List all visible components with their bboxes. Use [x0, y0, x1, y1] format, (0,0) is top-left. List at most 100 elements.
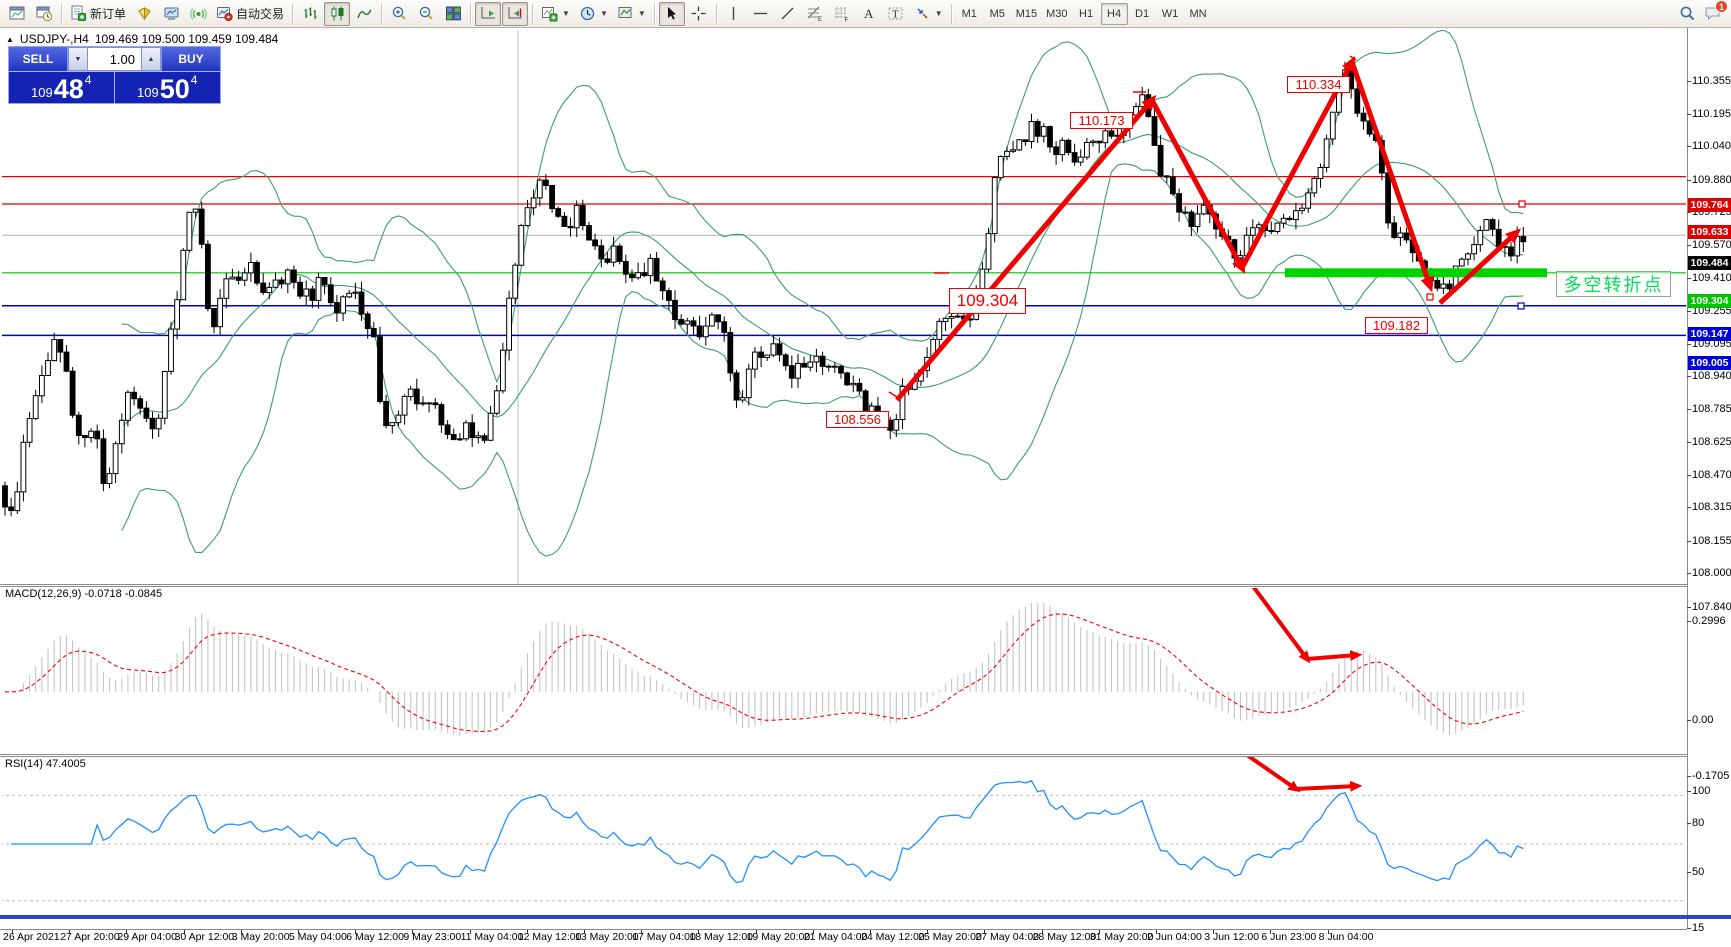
pane-splitter-rsi[interactable]: [0, 754, 1687, 757]
grid-tool-button[interactable]: F: [829, 2, 855, 26]
new-order-label: 新订单: [90, 5, 126, 22]
line-chart-icon: [356, 5, 373, 22]
tf-button-MN[interactable]: MN: [1185, 3, 1212, 25]
time-label: 11 May 04:00: [461, 931, 524, 943]
candlestick-icon: [329, 5, 346, 22]
sell-button[interactable]: SELL: [9, 47, 68, 71]
volume-increase-button[interactable]: ▲: [141, 47, 161, 71]
volume-input[interactable]: 1.00: [88, 47, 141, 71]
horizontal-line-tool-button[interactable]: [748, 2, 774, 26]
bar-chart-mode-button[interactable]: [297, 2, 323, 26]
time-label: 29 Apr 04:00: [117, 931, 177, 943]
chart-shift-icon: [507, 5, 524, 22]
cursor-tool-button[interactable]: [659, 2, 685, 26]
terminal-button[interactable]: [158, 2, 184, 26]
price-tick: 109.570: [1692, 239, 1731, 251]
symbol-ohlc: 109.469 109.500 109.459 109.484: [95, 32, 279, 46]
time-label: 21 May 04:00: [804, 931, 868, 943]
rsi-scale-tick: 100: [1692, 785, 1710, 797]
arrows-tool-button[interactable]: ▼: [910, 2, 947, 26]
tile-windows-button[interactable]: [440, 2, 466, 26]
tf-button-M5[interactable]: M5: [984, 3, 1011, 25]
text-tool-button[interactable]: A: [856, 2, 882, 26]
time-label: 24 May 12:00: [861, 931, 925, 943]
signal-icon: [190, 5, 207, 22]
cursor-icon: [663, 5, 680, 22]
strategy-tester-button[interactable]: [185, 2, 211, 26]
line-chart-mode-button[interactable]: [351, 2, 377, 26]
tf-button-M15[interactable]: M15: [1012, 3, 1041, 25]
crosshair-icon: [690, 5, 707, 22]
tf-button-W1[interactable]: W1: [1157, 3, 1184, 25]
price-tick: 108.470: [1692, 469, 1731, 481]
price-annotation-label[interactable]: 110.334: [1287, 76, 1350, 93]
macd-arrow: [1307, 655, 1357, 659]
indicators-button[interactable]: ▼: [537, 2, 574, 26]
price-annotation-label[interactable]: 108.556: [826, 411, 889, 428]
pane-splitter-macd[interactable]: [0, 584, 1687, 587]
new-order-button[interactable]: 新订单: [66, 2, 130, 26]
profiles-icon: [36, 5, 53, 22]
search-icon[interactable]: [1679, 5, 1696, 22]
templates-button[interactable]: ▼: [613, 2, 650, 26]
timeframe-group: M1M5M15M30H1H4D1W1MN: [956, 3, 1212, 25]
price-tick: 109.880: [1692, 174, 1731, 186]
text-label-tool-button[interactable]: T: [883, 2, 909, 26]
vertical-line-icon: [725, 5, 742, 22]
fibonacci-tool-button[interactable]: E: [802, 2, 828, 26]
time-label: 26 Apr 2021: [3, 931, 60, 943]
horizontal-line-icon: [752, 5, 769, 22]
crosshair-tool-button[interactable]: [686, 2, 712, 26]
buy-button[interactable]: BUY: [161, 47, 220, 71]
autotrading-label: 自动交易: [236, 5, 284, 22]
chart-shift-button[interactable]: [502, 2, 528, 26]
clock-icon: [579, 5, 596, 22]
time-axis[interactable]: 26 Apr 202127 Apr 20:0029 Apr 04:0030 Ap…: [0, 929, 1687, 943]
macd-scale-tick: 0.00: [1692, 714, 1713, 726]
time-label: 18 May 12:00: [689, 931, 753, 943]
tf-button-M30[interactable]: M30: [1042, 3, 1071, 25]
tf-button-M1[interactable]: M1: [956, 3, 983, 25]
tf-button-H1[interactable]: H1: [1073, 3, 1100, 25]
price-annotation-label[interactable]: 109.182: [1365, 317, 1428, 334]
auto-scroll-button[interactable]: [475, 2, 501, 26]
autotrading-button[interactable]: 自动交易: [212, 2, 288, 26]
zoom-out-icon: [418, 5, 435, 22]
time-label: 27 Apr 20:00: [60, 931, 120, 943]
price-tick: 110.355: [1692, 75, 1731, 87]
buy-price[interactable]: 109 50 4: [115, 72, 221, 103]
sell-price[interactable]: 109 48 4: [9, 72, 115, 103]
turning-point-label[interactable]: 多空转折点: [1556, 271, 1671, 297]
collapse-icon[interactable]: ▲: [6, 35, 14, 44]
candle-chart-mode-button[interactable]: [324, 2, 350, 26]
tf-button-H4[interactable]: H4: [1101, 3, 1128, 25]
data-window-button[interactable]: [131, 2, 157, 26]
profiles-button[interactable]: [31, 2, 57, 26]
price-tick: 110.040: [1692, 140, 1731, 152]
tf-button-D1[interactable]: D1: [1129, 3, 1156, 25]
trend-arrow: [1152, 100, 1242, 268]
zoom-in-button[interactable]: [386, 2, 412, 26]
indicators-dropdown-arrow: ▼: [562, 9, 570, 18]
time-label: 12 May 12:00: [518, 931, 582, 943]
templates-dropdown-arrow: ▼: [638, 9, 646, 18]
time-label: 6 Jun 23:00: [1261, 931, 1316, 943]
zoom-in-icon: [391, 5, 408, 22]
vertical-line-tool-button[interactable]: [721, 2, 747, 26]
chart-canvas[interactable]: [0, 28, 1731, 943]
volume-decrease-button[interactable]: ▼: [68, 47, 88, 71]
periods-button[interactable]: ▼: [575, 2, 612, 26]
periods-dropdown-arrow: ▼: [600, 9, 608, 18]
price-annotation-label[interactable]: 110.173: [1070, 112, 1133, 129]
zoom-out-button[interactable]: [413, 2, 439, 26]
arrows-dropdown-arrow: ▼: [935, 9, 943, 18]
trendline-tool-button[interactable]: [775, 2, 801, 26]
price-annotation-label[interactable]: 109.304: [949, 288, 1026, 314]
time-label: 28 May 12:00: [1033, 931, 1097, 943]
new-chart-button[interactable]: [4, 2, 30, 26]
price-tick: 108.785: [1692, 403, 1731, 415]
price-line-badge: 109.764: [1688, 198, 1731, 212]
macd-scale-tick: 0.2996: [1692, 615, 1726, 627]
time-label: 27 May 04:00: [975, 931, 1039, 943]
notifications-button[interactable]: 1: [1704, 5, 1721, 22]
